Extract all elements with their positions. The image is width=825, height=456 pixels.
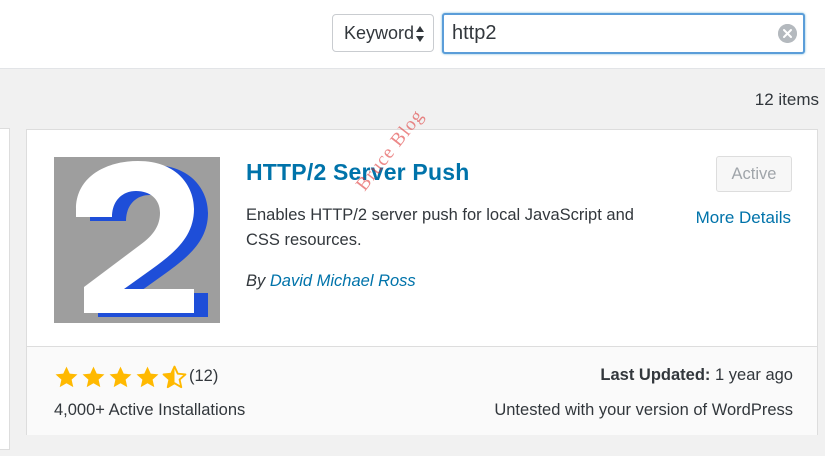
plugin-card: HTTP/2 Server Push Enables HTTP/2 server… (26, 129, 818, 435)
star-full-icon (82, 366, 105, 388)
search-type-select[interactable]: Keyword (332, 14, 434, 52)
plugin-author: By David Michael Ross (246, 272, 416, 291)
search-field[interactable] (442, 13, 805, 54)
star-full-icon (109, 366, 132, 388)
star-rating (54, 365, 187, 391)
http2-number-2-icon[interactable] (54, 157, 220, 323)
search-type-label: Keyword (344, 22, 415, 43)
plugin-title-link[interactable]: HTTP/2 Server Push (246, 159, 469, 186)
active-installations: 4,000+ Active Installations (54, 401, 246, 419)
search-input[interactable] (452, 19, 772, 48)
rating-count[interactable]: (12) (189, 367, 218, 386)
compatibility-notice: Untested with your version of WordPress (494, 401, 793, 419)
star-full-icon (55, 366, 78, 388)
plugin-description: Enables HTTP/2 server push for local Jav… (246, 206, 634, 249)
adjacent-plugin-card-edge (0, 128, 10, 450)
last-updated: Last Updated: 1 year ago (600, 366, 793, 385)
plugin-filter-bar: Keyword (0, 0, 825, 69)
star-half-icon (162, 365, 187, 389)
last-updated-label: Last Updated: (600, 366, 711, 384)
last-updated-value: 1 year ago (715, 366, 793, 384)
star-full-icon (136, 366, 159, 388)
clear-search-icon[interactable] (778, 24, 797, 43)
author-prefix: By (246, 272, 266, 290)
active-status-button: Active (716, 156, 792, 192)
more-details-link[interactable]: More Details (696, 208, 791, 228)
results-count: 12 items (754, 90, 819, 109)
plugin-card-top: HTTP/2 Server Push Enables HTTP/2 server… (27, 130, 817, 346)
plugin-card-bottom: (12) 4,000+ Active Installations Last Up… (27, 346, 817, 435)
author-link[interactable]: David Michael Ross (270, 272, 416, 290)
select-arrows-icon (416, 26, 424, 42)
